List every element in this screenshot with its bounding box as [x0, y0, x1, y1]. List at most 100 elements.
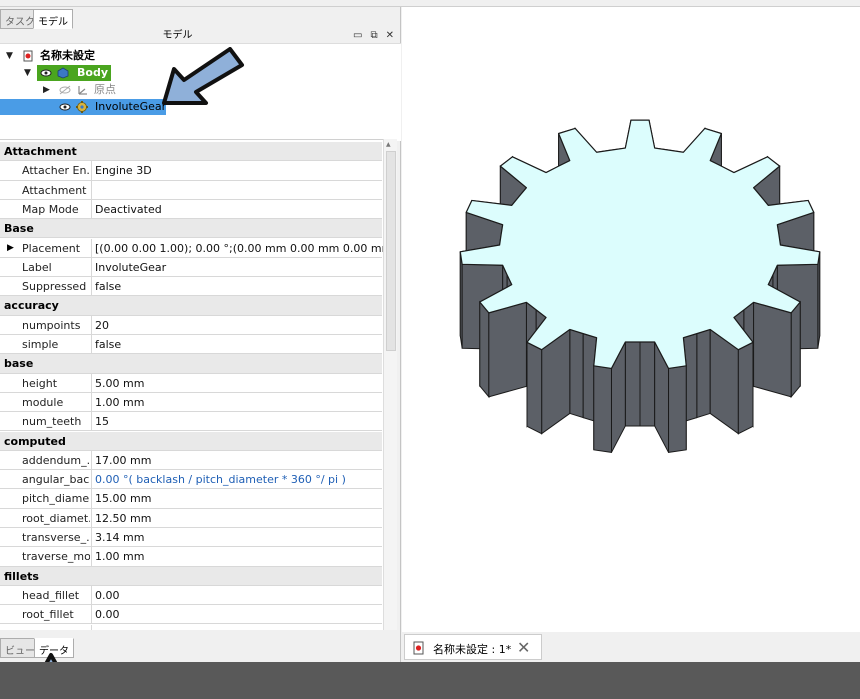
- tab-model[interactable]: モデル: [33, 9, 73, 29]
- property-row[interactable]: root_diamet... 12.50 mm: [0, 508, 382, 528]
- property-group-computed[interactable]: computed: [0, 431, 382, 451]
- property-row[interactable]: head_fillet 0.00: [0, 585, 382, 606]
- property-value[interactable]: 1.00 mm: [95, 393, 144, 412]
- column-divider: [91, 508, 92, 528]
- property-value[interactable]: 15: [95, 412, 109, 431]
- gear-icon: [76, 101, 88, 113]
- property-row[interactable]: simple false: [0, 335, 382, 355]
- column-divider: [91, 392, 92, 412]
- property-row[interactable]: Suppressed false: [0, 277, 382, 297]
- restore-icon[interactable]: ▭: [353, 29, 362, 43]
- property-name: traverse_mo...: [22, 550, 90, 564]
- column-divider: [91, 547, 92, 567]
- property-group-label: fillets: [4, 569, 39, 583]
- property-name: Map Mode: [22, 202, 79, 216]
- expand-arrow-icon[interactable]: ▶: [7, 239, 14, 258]
- property-row[interactable]: module 1.00 mm: [0, 392, 382, 413]
- property-value[interactable]: [(0.00 0.00 1.00); 0.00 °;(0.00 mm 0.00 …: [95, 239, 397, 258]
- panel-window-controls: ▭ ⧉ ✕: [353, 29, 394, 43]
- visibility-eye-icon[interactable]: [59, 101, 71, 113]
- property-row[interactable]: traverse_mo... 1.00 mm: [0, 547, 382, 567]
- gear-wall-face: [569, 328, 584, 419]
- close-icon[interactable]: ✕: [386, 29, 394, 43]
- property-row[interactable]: Map Mode Deactivated: [0, 199, 382, 220]
- gear-wall-face: [639, 341, 656, 427]
- property-row[interactable]: addendum_... 17.00 mm: [0, 450, 382, 471]
- property-row[interactable]: pitch_diame... 15.00 mm: [0, 489, 382, 509]
- scroll-thumb[interactable]: [386, 151, 396, 351]
- column-divider: [91, 257, 92, 277]
- property-value[interactable]: InvoluteGear: [95, 258, 166, 277]
- property-value[interactable]: 1.00 mm: [95, 547, 144, 566]
- document-tab[interactable]: 名称未設定 : 1* ✕: [404, 634, 542, 660]
- expand-arrow-icon[interactable]: ▼: [24, 65, 31, 81]
- property-value[interactable]: 12.50 mm: [95, 509, 151, 528]
- body-icon: [57, 67, 69, 79]
- column-divider: [91, 277, 92, 297]
- column-divider: [91, 585, 92, 605]
- property-name: module: [22, 395, 64, 409]
- property-row[interactable]: numpoints 20: [0, 315, 382, 335]
- property-value[interactable]: false: [95, 335, 121, 354]
- property-scrollbar[interactable]: ▲: [383, 139, 397, 630]
- scroll-up-icon[interactable]: ▲: [386, 141, 391, 148]
- property-group-attachment[interactable]: Attachment: [0, 142, 382, 162]
- property-row[interactable]: Attachment ...: [0, 180, 382, 200]
- property-value[interactable]: Deactivated: [95, 200, 162, 219]
- property-name: addendum_...: [22, 453, 90, 467]
- property-name: transverse_...: [22, 531, 90, 544]
- gear-wall-face: [753, 301, 792, 398]
- involute-gear-model[interactable]: [402, 7, 860, 632]
- property-value[interactable]: 3.14 mm: [95, 528, 144, 547]
- tree-item-label: 原点: [94, 83, 116, 96]
- property-group-base[interactable]: Base: [0, 219, 382, 239]
- property-value[interactable]: 20: [95, 316, 109, 335]
- collapse-arrow-icon[interactable]: ▶: [43, 82, 50, 98]
- property-value[interactable]: 0.00 °( backlash / pitch_diameter * 360 …: [95, 470, 346, 489]
- property-row[interactable]: ▶ Placement [(0.00 0.00 1.00); 0.00 °;(0.0…: [0, 238, 397, 258]
- property-row[interactable]: root_fillet 0.00: [0, 605, 382, 625]
- property-name: Label: [22, 260, 52, 274]
- document-icon: [23, 50, 33, 62]
- property-name: root_fillet: [22, 608, 74, 622]
- property-value[interactable]: Engine 3D: [95, 161, 152, 180]
- property-value[interactable]: 0.00: [95, 605, 120, 624]
- tree-item-label: InvoluteGear: [95, 100, 167, 113]
- close-tab-icon[interactable]: ✕: [517, 638, 530, 657]
- property-group-accuracy[interactable]: accuracy: [0, 296, 382, 316]
- property-row[interactable]: height 5.00 mm: [0, 373, 382, 393]
- property-value[interactable]: 15.00 mm: [95, 489, 151, 508]
- column-divider: [91, 315, 92, 335]
- gear-wall-face: [526, 341, 543, 435]
- tree-title: モデル: [162, 30, 193, 41]
- property-value[interactable]: false: [95, 625, 121, 631]
- property-row[interactable]: Attacher En... Engine 3D: [0, 161, 382, 181]
- float-icon[interactable]: ⧉: [370, 29, 377, 43]
- 3d-viewport[interactable]: [402, 7, 860, 632]
- property-value[interactable]: 17.00 mm: [95, 451, 151, 470]
- expand-arrow-icon[interactable]: ▼: [6, 48, 13, 64]
- property-group-base[interactable]: base: [0, 354, 382, 374]
- property-row[interactable]: angular_bac... 0.00 °( backlash / pitch_d…: [0, 470, 382, 490]
- property-row[interactable]: num_teeth 15: [0, 412, 382, 432]
- property-row[interactable]: undercut false: [0, 624, 382, 631]
- hidden-eye-icon[interactable]: [59, 84, 71, 96]
- property-row[interactable]: Label InvoluteGear: [0, 257, 382, 278]
- property-value[interactable]: false: [95, 277, 121, 296]
- property-name: Attachment ...: [22, 183, 90, 197]
- property-value[interactable]: 5.00 mm: [95, 374, 144, 393]
- column-divider: [91, 605, 92, 625]
- annotation-arrow-icon: [162, 47, 244, 105]
- property-group-label: computed: [4, 434, 66, 448]
- property-group-label: Attachment: [4, 145, 77, 158]
- visibility-eye-icon[interactable]: [40, 67, 52, 79]
- property-value[interactable]: 0.00: [95, 586, 120, 605]
- column-divider: [91, 180, 92, 200]
- property-group-fillets[interactable]: fillets: [0, 566, 382, 586]
- property-row[interactable]: transverse_... 3.14 mm: [0, 528, 382, 548]
- property-name: Suppressed: [22, 280, 87, 294]
- property-name: root_diamet...: [22, 511, 90, 525]
- property-name: angular_bac...: [22, 473, 90, 487]
- combo-tabs: タスク モデル: [0, 9, 401, 29]
- document-icon: [413, 641, 424, 655]
